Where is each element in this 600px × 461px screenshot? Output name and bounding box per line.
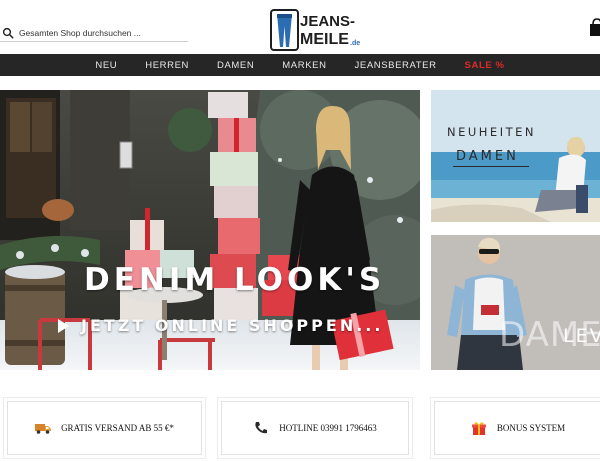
banner-second-label: LEV (563, 325, 600, 347)
nav-item-neu[interactable]: NEU (95, 60, 117, 71)
logo-word2: MEILE (300, 31, 349, 48)
feature-bonus-system[interactable]: BONUS SYSTEM (434, 401, 600, 455)
search-input[interactable] (18, 27, 188, 38)
logo-suffix: .de (350, 40, 360, 47)
phone-icon (255, 422, 268, 434)
hero-cta-label: JETZT ONLINE SHOPPEN... (81, 316, 384, 335)
banner-neuheiten-damen[interactable]: NEUHEITEN DAMEN (431, 90, 600, 222)
nav-item-jeansberater[interactable]: JEANSBERATER (355, 60, 437, 71)
nav-item-herren[interactable]: HERREN (145, 60, 189, 71)
feature-free-shipping[interactable]: GRATIS VERSAND AB 55 €* (7, 401, 202, 455)
search-icon[interactable] (2, 27, 14, 39)
nav-item-marken[interactable]: MARKEN (282, 60, 326, 71)
gift-icon (471, 422, 486, 435)
banner-neuheiten-line1: NEUHEITEN (447, 125, 536, 139)
feature-free-shipping-label: GRATIS VERSAND AB 55 €* (61, 423, 174, 433)
feature-bonus-system-label: BONUS SYSTEM (496, 423, 566, 433)
main-nav: NEU HERREN DAMEN MARKEN JEANSBERATER SAL… (0, 54, 600, 76)
cart-icon[interactable] (590, 18, 600, 36)
banner-second[interactable]: DAME LEV (431, 235, 600, 370)
banner-neuheiten-line2: DAMEN (456, 149, 519, 164)
site-header: JEANS- MEILE .de (0, 0, 600, 54)
nav-item-sale[interactable]: SALE % (465, 60, 505, 71)
hero-cta-link[interactable]: JETZT ONLINE SHOPPEN... (58, 316, 383, 335)
feature-hotline-label: HOTLINE 03991 1796463 (279, 423, 377, 433)
logo-word1: JEANS- (300, 13, 355, 30)
hero-title: DENIM LOOK'S (84, 262, 386, 298)
feature-hotline[interactable]: HOTLINE 03991 1796463 (221, 401, 409, 455)
banner-neuheiten-divider (453, 166, 529, 167)
nav-item-damen[interactable]: DAMEN (217, 60, 254, 71)
search-bar[interactable] (0, 24, 188, 42)
play-icon (58, 318, 69, 333)
site-logo[interactable]: JEANS- MEILE .de (270, 9, 362, 52)
truck-icon (35, 424, 52, 434)
hero-banner[interactable]: DENIM LOOK'S JETZT ONLINE SHOPPEN... (0, 90, 420, 370)
